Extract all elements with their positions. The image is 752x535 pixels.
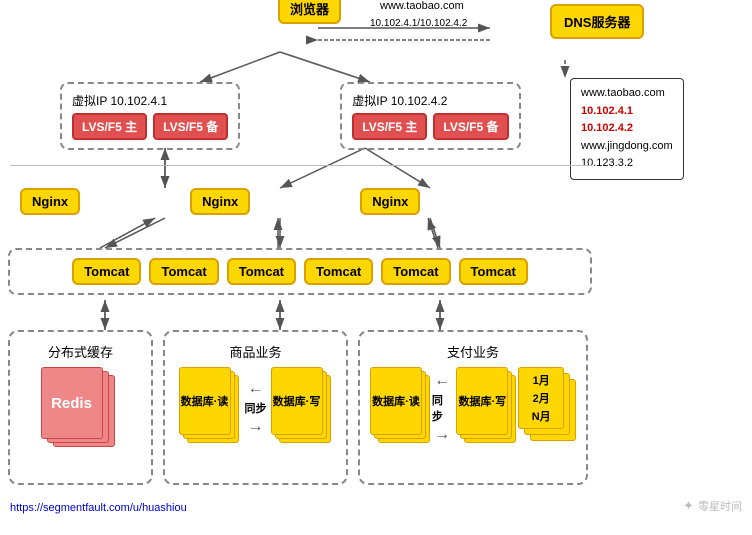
goods-sync-label: 同步 [245,400,267,416]
vip1-box: 虚拟IP 10.102.4.1 LVS/F5 主 LVS/F5 备 [60,82,240,150]
lvs-backup1: LVS/F5 备 [153,113,228,140]
diagram-container: 浏览器 www.taobao.com 10.102.4.1/10.102.4.2… [0,0,752,520]
dns-info-line5: 10.123.3.2 [581,155,673,173]
goods-db-write-stack: 数据库·写 [271,367,333,449]
tomcat-group: Tomcat Tomcat Tomcat Tomcat Tomcat Tomca… [8,248,592,295]
tomcat-3: Tomcat [227,258,296,285]
cache-section: 分布式缓存 Redis [8,330,153,485]
dns-info-line4: www.jingdong.com [581,138,673,156]
url-footer: https://segmentfault.com/u/huashiou [10,502,187,514]
goods-db-row: 数据库·读 ← 同步 → 数据库·写 [175,367,336,449]
dns-server-label: DNS服务器 [550,4,644,39]
payment-sync: ← 同步 → [432,372,453,444]
lvs-backup2: LVS/F5 备 [433,113,508,140]
vip-row: 虚拟IP 10.102.4.1 LVS/F5 主 LVS/F5 备 虚拟IP 1… [60,82,521,150]
nginx1-box: Nginx [20,188,80,215]
browser-label: 浏览器 [278,0,341,24]
vip2-box: 虚拟IP 10.102.4.2 LVS/F5 主 LVS/F5 备 [340,82,520,150]
payment-db-read-stack: 数据库·读 [370,367,428,449]
watermark: ✦ 零星时间 [683,498,742,514]
dns-info-line1: www.taobao.com [581,85,673,103]
vip2-label: 虚拟IP 10.102.4.2 [352,92,508,109]
payment-arrow-left: ← [434,372,450,390]
dns-ip-label: 10.102.4.1/10.102.4.2 [370,18,467,29]
lvs-master2: LVS/F5 主 [352,113,427,140]
star-icon: ✦ [683,498,694,514]
dns-info-line2: 10.102.4.1 [581,103,673,121]
lvs-master1: LVS/F5 主 [72,113,147,140]
tomcat-1: Tomcat [72,258,141,285]
separator-line [10,165,592,166]
redis-stack: Redis [41,367,121,457]
goods-sync: ← 同步 → [245,380,267,436]
goods-arrow-right: → [248,418,264,436]
tomcat-6: Tomcat [459,258,528,285]
dns-info-line3: 10.102.4.2 [581,120,673,138]
goods-db-read-front: 数据库·读 [179,367,231,435]
tomcat-4: Tomcat [304,258,373,285]
payment-db-row: 数据库·读 ← 同步 → 数据库·写 [370,367,576,449]
dns-server-box: DNS服务器 [550,4,644,39]
payment-db-write-front: 数据库·写 [456,367,508,435]
cache-title: 分布式缓存 [20,342,141,361]
payment-arrow-right: → [434,426,450,444]
payment-sync-label: 同步 [432,392,453,424]
nginx-row: Nginx Nginx Nginx [20,188,420,215]
nginx3-box: Nginx [360,188,420,215]
payment-db-write-stack: 数据库·写 [456,367,514,449]
redis-page-front: Redis [41,367,103,439]
dns-url-label: www.taobao.com [380,0,464,12]
goods-section: 商品业务 数据库·读 ← 同步 → 数据库·写 [163,330,348,485]
payment-section: 支付业务 数据库·读 ← 同步 → 数据库·写 [358,330,588,485]
bottom-sections: 分布式缓存 Redis 商品业务 数据库·读 ← 同步 [8,330,588,485]
tomcat-group-container: Tomcat Tomcat Tomcat Tomcat Tomcat Tomca… [8,248,592,295]
payment-month1: 1月 [533,372,550,388]
goods-title: 商品业务 [175,342,336,361]
watermark-text: 零星时间 [698,498,742,514]
payment-months-stack: 1月 2月 N月 [518,367,576,449]
payment-month-front: 1月 2月 N月 [518,367,564,429]
nginx2-box: Nginx [190,188,250,215]
tomcat-5: Tomcat [381,258,450,285]
payment-monthN: N月 [532,408,551,424]
tomcat-2: Tomcat [149,258,218,285]
goods-db-read-stack: 数据库·读 [179,367,241,449]
goods-db-write-front: 数据库·写 [271,367,323,435]
payment-title: 支付业务 [370,342,576,361]
goods-arrow-left: ← [248,380,264,398]
payment-db-read-front: 数据库·读 [370,367,422,435]
vip1-label: 虚拟IP 10.102.4.1 [72,92,228,109]
browser-box: 浏览器 [278,0,341,24]
payment-month2: 2月 [533,390,550,406]
